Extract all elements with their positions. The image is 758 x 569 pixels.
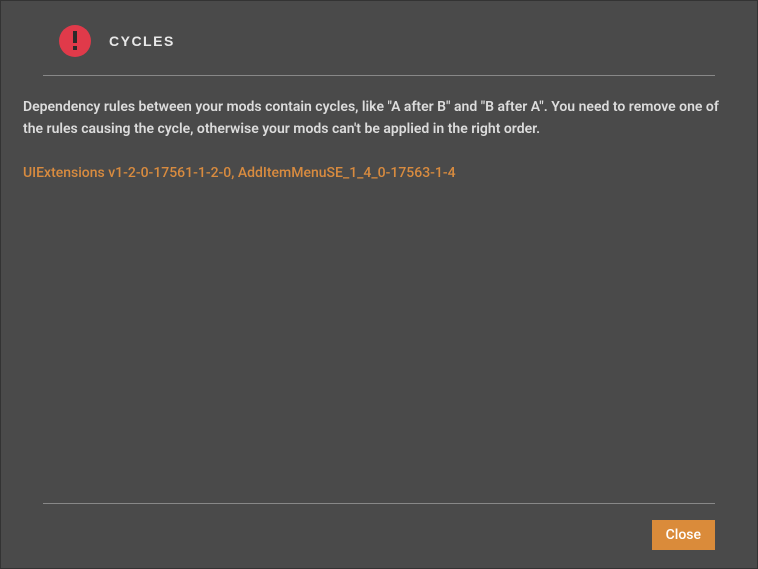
dialog-footer: Close [23,504,735,550]
alert-icon [59,25,91,57]
close-button[interactable]: Close [652,520,715,550]
mod-cycle-list: UIExtensions v1-2-0-17561-1-2-0, AddItem… [23,165,735,181]
dialog-header: CYCLES [23,25,735,57]
cycles-dialog: CYCLES Dependency rules between your mod… [0,0,758,569]
dialog-content: Dependency rules between your mods conta… [23,76,735,503]
dialog-title: CYCLES [109,33,175,49]
dialog-message: Dependency rules between your mods conta… [23,96,735,141]
